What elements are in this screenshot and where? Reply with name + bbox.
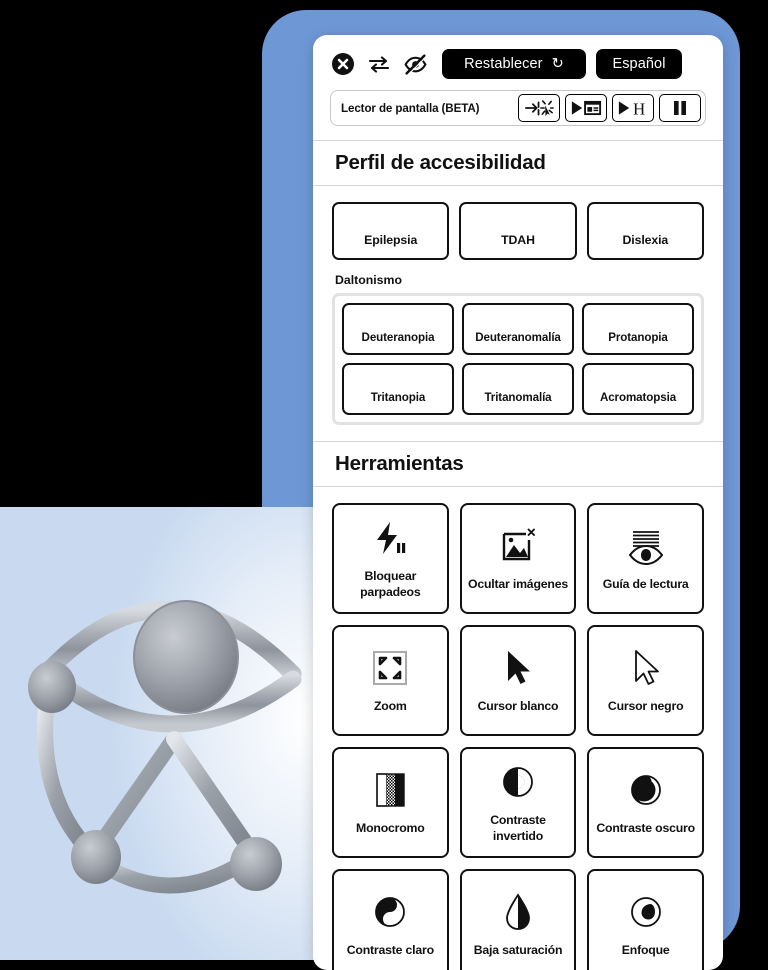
tool-contraste-claro[interactable]: Contraste claro [332,869,449,970]
eye-off-icon[interactable] [402,51,428,77]
droplet-icon [502,891,534,933]
tool-label: Zoom [373,698,407,713]
colorblind-group: Deuteranopia Deuteranomalía Protanopia T… [332,293,704,425]
colorblind-option-acromatopsia[interactable]: Acromatopsia [582,363,694,415]
page-title: Perfil de accesibilidad [335,151,546,174]
reset-refresh-icon: ↻ [551,56,564,72]
read-page-button[interactable] [565,94,607,122]
screen-reader-bar: Lector de pantalla (BETA) H [330,90,706,126]
tool-bloquear-parpadeos[interactable]: Bloquear parpadeos [332,503,449,614]
svg-text:H: H [633,100,645,118]
profile-button-dislexia[interactable]: Dislexia [586,202,704,260]
accessibility-person-eye-logo [28,600,302,894]
tool-label: Contraste claro [346,942,434,957]
cursor-outline-icon [629,647,663,689]
tools-title: Herramientas [335,452,464,475]
profile-buttons: Epilepsia TDAH Dislexia [332,202,704,260]
pause-button[interactable] [659,94,701,122]
tool-label: Monocromo [356,820,425,835]
language-button[interactable]: Español [596,49,682,79]
expand-arrows-icon [372,647,408,689]
tool-ocultar-imagenes[interactable]: Ocultar imágenes [459,503,577,614]
profile-button-epilepsia[interactable]: Epilepsia [332,202,450,260]
colorblind-option-deuteranopia[interactable]: Deuteranopia [342,303,454,355]
contrast-dark-icon [628,769,664,811]
widget-header: Restablecer ↻ Español [313,35,723,79]
close-icon[interactable] [330,51,356,77]
logo-panel [0,507,330,960]
reading-guide-icon [624,525,668,567]
screen-reader-label: Lector de pantalla (BETA) [341,101,480,115]
colorblind-option-tritanomalia[interactable]: Tritanomalía [462,363,574,415]
tool-cursor-blanco[interactable]: Cursor blanco [459,625,577,736]
profile-body: Epilepsia TDAH Dislexia Daltonismo Deute… [313,186,723,425]
tool-label: Contraste invertido [490,813,546,843]
swap-arrows-icon[interactable] [366,51,392,77]
read-headings-button[interactable]: H [612,94,654,122]
colorblind-group-label: Daltonismo [335,273,402,287]
tool-cursor-negro[interactable]: Cursor negro [587,625,704,736]
tool-zoom[interactable]: Zoom [332,625,449,736]
tool-label: Ocultar imágenes [467,576,568,591]
tools-grid: Bloquear parpadeos Ocultar imágenes Guía… [313,487,723,970]
reset-label: Restablecer [464,56,543,72]
tool-enfoque[interactable]: Enfoque [587,869,704,970]
colorblind-option-protanopia[interactable]: Protanopia [582,303,694,355]
tool-monocromo[interactable]: Monocromo [332,747,449,858]
image-off-icon [498,525,538,567]
contrast-light-icon [372,891,408,933]
colorblind-option-deuteranomalia[interactable]: Deuteranomalía [462,303,574,355]
tool-label: Cursor negro [607,698,684,713]
tool-baja-saturacion[interactable]: Baja saturación [459,869,577,970]
contrast-inverted-icon [500,761,536,803]
read-on-hover-button[interactable] [518,94,560,122]
tool-label: Cursor blanco [477,698,559,713]
profile-section: Perfil de accesibilidad [313,140,723,186]
tools-section-header: Herramientas [313,441,723,487]
profile-button-tdah[interactable]: TDAH [459,202,577,260]
reset-button[interactable]: Restablecer ↻ [442,49,586,79]
tool-label: Guía de lectura [602,576,689,591]
flash-pause-icon [370,517,410,559]
tool-label: Baja saturación [473,942,563,957]
tool-contraste-oscuro[interactable]: Contraste oscuro [587,747,704,858]
accessibility-widget-card: Restablecer ↻ Español Lector de pantalla… [313,35,723,970]
monochrome-icon [370,769,410,811]
tool-guia-de-lectura[interactable]: Guía de lectura [587,503,704,614]
tool-label: Bloquear parpadeos [360,569,421,599]
colorblind-option-tritanopia[interactable]: Tritanopia [342,363,454,415]
focus-icon [628,891,664,933]
language-label: Español [612,56,666,72]
cursor-filled-icon [501,647,535,689]
tool-label: Contraste oscuro [596,820,695,835]
tool-label: Enfoque [621,942,670,957]
tool-contraste-invertido[interactable]: Contraste invertido [459,747,577,858]
